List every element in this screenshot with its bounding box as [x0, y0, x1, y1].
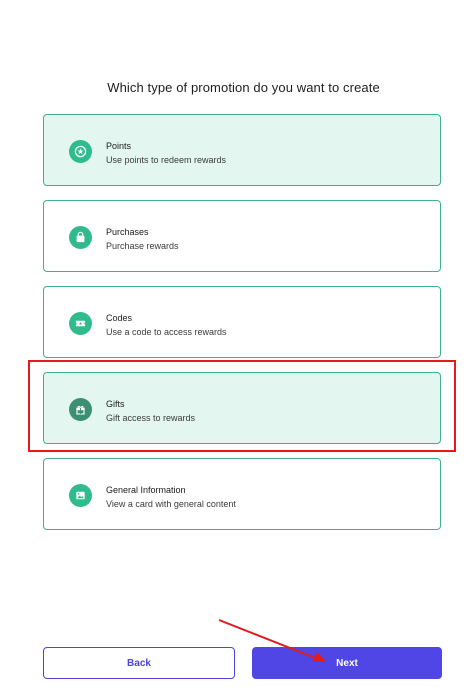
option-subtitle: View a card with general content [106, 499, 236, 509]
star-icon [69, 140, 92, 163]
option-title: Gifts [106, 399, 125, 409]
option-subtitle: Use a code to access rewards [106, 327, 227, 337]
page-title: Which type of promotion do you want to c… [107, 80, 380, 95]
option-subtitle: Use points to redeem rewards [106, 155, 227, 165]
option-subtitle: Purchase rewards [106, 241, 179, 251]
option-card-general-information[interactable]: General Information View a card with gen… [43, 458, 441, 530]
next-button[interactable]: Next [252, 647, 442, 679]
image-icon [69, 484, 92, 507]
option-card-codes[interactable]: Codes Use a code to access rewards [43, 286, 441, 358]
ticket-icon [69, 312, 92, 335]
option-subtitle: Gift access to rewards [106, 413, 196, 423]
option-title: General Information [106, 485, 186, 495]
option-title: Codes [106, 313, 133, 323]
option-card-gifts[interactable]: Gifts Gift access to rewards [43, 372, 441, 444]
option-card-points[interactable]: Points Use points to redeem rewards [43, 114, 441, 186]
promotion-type-page: Which type of promotion do you want to c… [0, 0, 472, 699]
back-button[interactable]: Back [43, 647, 235, 679]
shopping-bag-icon [69, 226, 92, 249]
option-card-purchases[interactable]: Purchases Purchase rewards [43, 200, 441, 272]
gift-icon [69, 398, 92, 421]
option-title: Points [106, 141, 132, 151]
option-title: Purchases [106, 227, 149, 237]
